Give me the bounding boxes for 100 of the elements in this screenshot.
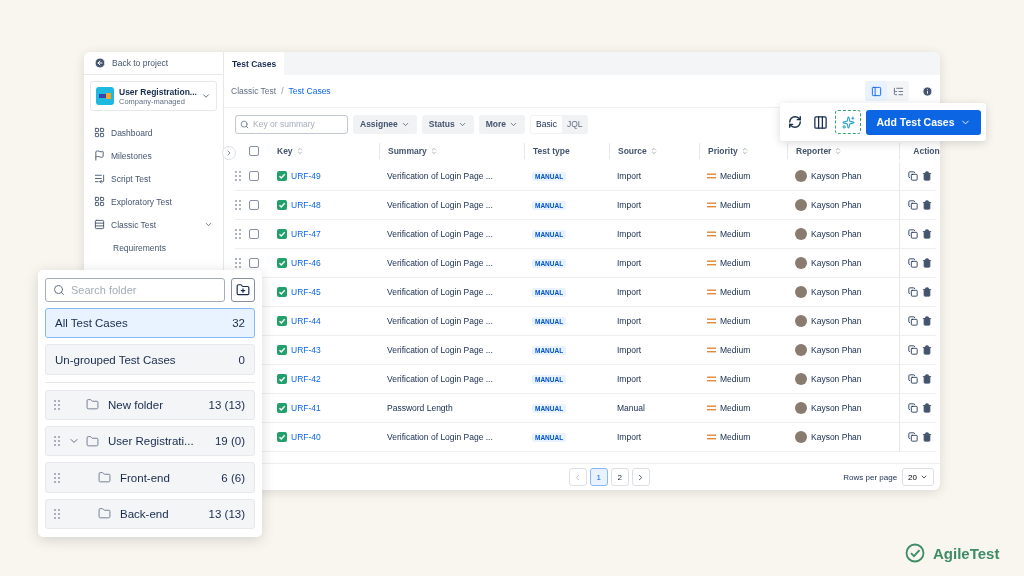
folder-item[interactable]: New folder 13 (13) bbox=[45, 389, 255, 420]
column-header[interactable]: Summary bbox=[379, 143, 524, 159]
page-button[interactable]: 1 bbox=[589, 468, 608, 486]
column-header: Action bbox=[899, 143, 940, 159]
flag-icon bbox=[94, 150, 105, 161]
nav-item[interactable]: Exploratory Test bbox=[84, 190, 217, 213]
drag-handle-icon[interactable] bbox=[235, 171, 241, 181]
panel-view-button[interactable] bbox=[865, 81, 887, 101]
filter-dropdown[interactable]: Assignee bbox=[353, 114, 417, 134]
copy-icon[interactable] bbox=[908, 432, 918, 442]
back-link[interactable]: Back to project bbox=[112, 58, 169, 68]
nav-item[interactable]: Script Test bbox=[84, 167, 217, 190]
drag-handle-icon[interactable] bbox=[235, 200, 241, 210]
drag-handle-icon[interactable] bbox=[54, 436, 60, 447]
test-case-key[interactable]: URF-45 bbox=[291, 287, 321, 297]
test-case-key[interactable]: URF-47 bbox=[291, 229, 321, 239]
delete-icon[interactable] bbox=[922, 374, 932, 384]
column-header[interactable]: Key bbox=[269, 143, 379, 159]
test-case-key[interactable]: URF-42 bbox=[291, 374, 321, 384]
source-cell-text: Import bbox=[616, 228, 643, 241]
query-mode-option[interactable]: JQL bbox=[561, 115, 588, 133]
test-case-key[interactable]: URF-46 bbox=[291, 258, 321, 268]
drag-handle-icon[interactable] bbox=[54, 472, 60, 483]
delete-icon[interactable] bbox=[922, 200, 932, 210]
avatar bbox=[795, 373, 807, 385]
folder-plus-icon bbox=[236, 283, 250, 297]
tab[interactable]: Test Cases bbox=[224, 52, 285, 75]
column-header[interactable]: Priority bbox=[699, 143, 787, 159]
delete-icon[interactable] bbox=[922, 171, 932, 181]
sparkle-icon bbox=[841, 115, 855, 129]
sort-icon[interactable] bbox=[834, 147, 843, 155]
row-checkbox[interactable] bbox=[249, 258, 259, 268]
drag-handle-icon[interactable] bbox=[54, 508, 60, 519]
grid-icon bbox=[94, 127, 105, 138]
test-case-key[interactable]: URF-48 bbox=[291, 200, 321, 210]
delete-icon[interactable] bbox=[922, 258, 932, 268]
nav-item[interactable]: Milestones bbox=[84, 144, 217, 167]
folder-item[interactable]: Back-end 13 (13) bbox=[45, 498, 255, 530]
new-folder-button[interactable] bbox=[231, 278, 255, 302]
copy-icon[interactable] bbox=[908, 374, 918, 384]
delete-icon[interactable] bbox=[922, 229, 932, 239]
breadcrumb-link[interactable]: Test Cases bbox=[288, 86, 331, 96]
copy-icon[interactable] bbox=[908, 345, 918, 355]
row-checkbox[interactable] bbox=[249, 229, 259, 239]
filter-dropdown[interactable]: More bbox=[478, 114, 526, 134]
column-header[interactable]: Reporter bbox=[787, 143, 899, 159]
copy-icon[interactable] bbox=[908, 200, 918, 210]
column-header[interactable]: Source bbox=[609, 143, 699, 159]
row-checkbox[interactable] bbox=[249, 171, 259, 181]
test-case-icon bbox=[277, 229, 287, 239]
folder-filter-item[interactable]: Un-grouped Test Cases 0 bbox=[45, 344, 255, 375]
medium-priority-icon bbox=[707, 318, 716, 324]
drag-handle-icon[interactable] bbox=[54, 399, 60, 410]
drag-handle-icon[interactable] bbox=[235, 258, 241, 268]
nav-item[interactable]: Classic Test bbox=[84, 213, 217, 236]
delete-icon[interactable] bbox=[922, 432, 932, 442]
info-icon[interactable] bbox=[922, 85, 933, 97]
source-cell-text: Import bbox=[616, 315, 643, 328]
chevron-down-icon[interactable] bbox=[204, 220, 213, 229]
reporter-name: Kayson Phan bbox=[811, 200, 862, 210]
sparkle-button[interactable] bbox=[835, 110, 861, 134]
folder-filter-item[interactable]: All Test Cases 32 bbox=[45, 308, 255, 339]
nav-sub-item[interactable]: Requirements bbox=[84, 236, 217, 259]
delete-icon[interactable] bbox=[922, 345, 932, 355]
delete-icon[interactable] bbox=[922, 287, 932, 297]
reporter-name: Kayson Phan bbox=[811, 403, 862, 413]
nav-item[interactable]: Dashboard bbox=[84, 121, 217, 144]
priority-label: Medium bbox=[720, 432, 751, 442]
summary-cell-text: Password Length bbox=[386, 402, 454, 415]
copy-icon[interactable] bbox=[908, 229, 918, 239]
copy-icon[interactable] bbox=[908, 403, 918, 413]
back-icon[interactable] bbox=[94, 57, 106, 69]
search-field[interactable]: Key or summary bbox=[235, 114, 348, 134]
test-case-key[interactable]: URF-44 bbox=[291, 316, 321, 326]
delete-icon[interactable] bbox=[922, 403, 932, 413]
test-case-key[interactable]: URF-49 bbox=[291, 171, 321, 181]
filter-dropdown[interactable]: Status bbox=[421, 114, 474, 134]
breadcrumb-link[interactable]: Classic Test bbox=[231, 86, 277, 96]
row-checkbox[interactable] bbox=[249, 200, 259, 210]
folder-search-field[interactable]: Search folder bbox=[45, 278, 225, 302]
delete-icon[interactable] bbox=[922, 316, 932, 326]
priority-label: Medium bbox=[720, 229, 751, 239]
test-case-key[interactable]: URF-40 bbox=[291, 432, 321, 442]
test-case-key[interactable]: URF-43 bbox=[291, 345, 321, 355]
select-all-checkbox[interactable] bbox=[249, 146, 259, 156]
add-test-cases-button[interactable]: Add Test Cases bbox=[866, 109, 981, 135]
folder-item[interactable]: Front-end 6 (6) bbox=[45, 462, 255, 493]
copy-icon[interactable] bbox=[908, 171, 918, 181]
brand-name: AgileTest bbox=[933, 544, 1000, 562]
test-case-key[interactable]: URF-41 bbox=[291, 403, 321, 413]
copy-icon[interactable] bbox=[908, 287, 918, 297]
query-mode-option[interactable]: Basic bbox=[531, 115, 562, 133]
folder-item[interactable]: User Registrati... 19 (0) bbox=[45, 426, 255, 457]
page-button[interactable]: 2 bbox=[610, 468, 629, 486]
reporter-name: Kayson Phan bbox=[811, 258, 862, 268]
drag-handle-icon[interactable] bbox=[235, 229, 241, 239]
copy-icon[interactable] bbox=[908, 316, 918, 326]
copy-icon[interactable] bbox=[908, 258, 918, 268]
medium-priority-icon bbox=[707, 347, 716, 353]
rows-per-page-select[interactable]: 20 bbox=[902, 468, 934, 486]
